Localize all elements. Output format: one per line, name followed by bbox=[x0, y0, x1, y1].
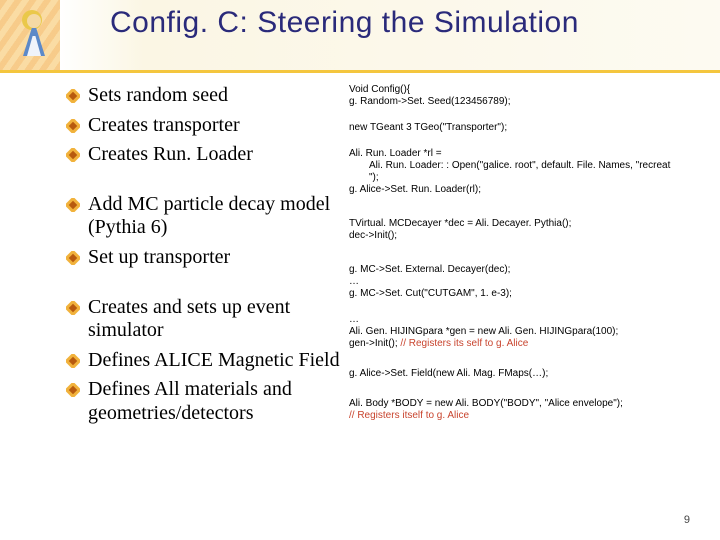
slide-title: Config. C: Steering the Simulation bbox=[110, 6, 579, 40]
code-block: new TGeant 3 TGeo("Transporter"); bbox=[349, 122, 716, 134]
bullet-icon bbox=[66, 148, 80, 162]
list-label: Creates Run. Loader bbox=[88, 143, 253, 165]
bullet-icon bbox=[66, 198, 80, 212]
slide: Config. C: Steering the Simulation Sets … bbox=[0, 0, 720, 540]
left-column: Sets random seed Creates transporter Cre… bbox=[0, 84, 345, 540]
code-line: g. Alice->Set. Field(new Ali. Mag. FMaps… bbox=[349, 368, 548, 379]
code-block: Void Config(){ g. Random->Set. Seed(1234… bbox=[349, 84, 716, 108]
code-line: Ali. Run. Loader *rl = bbox=[349, 148, 442, 159]
code-block: Ali. Run. Loader *rl = Ali. Run. Loader:… bbox=[349, 148, 716, 196]
right-column-code: Void Config(){ g. Random->Set. Seed(1234… bbox=[345, 84, 720, 540]
list-item: Defines ALICE Magnetic Field bbox=[68, 349, 345, 373]
code-comment: // Registers itself to g. Alice bbox=[349, 410, 469, 421]
bullet-icon bbox=[66, 383, 80, 397]
code-block: TVirtual. MCDecayer *dec = Ali. Decayer.… bbox=[349, 218, 716, 242]
list-item: Add MC particle decay model (Pythia 6) bbox=[68, 193, 345, 240]
list-label: Defines ALICE Magnetic Field bbox=[88, 349, 340, 371]
code-line: Ali. Body *BODY = new Ali. BODY("BODY", … bbox=[349, 398, 623, 409]
bullet-icon bbox=[66, 354, 80, 368]
code-line: … bbox=[349, 314, 359, 325]
list-label: Set up transporter bbox=[88, 246, 230, 268]
code-block: … Ali. Gen. HIJINGpara *gen = new Ali. G… bbox=[349, 314, 716, 350]
bullet-icon bbox=[66, 89, 80, 103]
list-label: Sets random seed bbox=[88, 84, 228, 106]
code-line: g. Random->Set. Seed(123456789); bbox=[349, 96, 511, 107]
list-item: Sets random seed bbox=[68, 84, 345, 108]
code-line: … bbox=[349, 276, 359, 287]
code-line: Void Config(){ bbox=[349, 84, 410, 95]
code-line: new TGeant 3 TGeo("Transporter"); bbox=[349, 122, 507, 133]
code-line: "); bbox=[349, 172, 716, 184]
code-comment: // Registers its self to g. Alice bbox=[400, 338, 528, 349]
list-item: Creates and sets up event simulator bbox=[68, 296, 345, 343]
code-block: g. Alice->Set. Field(new Ali. Mag. FMaps… bbox=[349, 368, 716, 380]
list-label: Add MC particle decay model (Pythia 6) bbox=[88, 193, 330, 239]
code-line: dec->Init(); bbox=[349, 230, 397, 241]
content-columns: Sets random seed Creates transporter Cre… bbox=[0, 84, 720, 540]
code-block: Ali. Body *BODY = new Ali. BODY("BODY", … bbox=[349, 398, 716, 422]
code-line: g. MC->Set. Cut("CUTGAM", 1. e-3); bbox=[349, 288, 512, 299]
code-line: gen->Init(); // Registers its self to g.… bbox=[349, 338, 528, 349]
code-block: g. MC->Set. External. Decayer(dec); … g.… bbox=[349, 264, 716, 300]
bullet-list: Sets random seed Creates transporter Cre… bbox=[68, 84, 345, 426]
list-label: Creates and sets up event simulator bbox=[88, 296, 290, 342]
list-item: Defines All materials and geometries/det… bbox=[68, 378, 345, 425]
code-line: TVirtual. MCDecayer *dec = Ali. Decayer.… bbox=[349, 218, 571, 229]
code-line: Ali. Gen. HIJINGpara *gen = new Ali. Gen… bbox=[349, 326, 618, 337]
bullet-icon bbox=[66, 119, 80, 133]
list-item: Set up transporter bbox=[68, 246, 345, 270]
alice-character-icon bbox=[17, 8, 52, 66]
bullet-icon bbox=[66, 251, 80, 265]
code-line: Ali. Run. Loader: : Open("galice. root",… bbox=[349, 160, 716, 172]
bullet-icon bbox=[66, 301, 80, 315]
code-line: g. Alice->Set. Run. Loader(rl); bbox=[349, 184, 481, 195]
list-item: Creates Run. Loader bbox=[68, 143, 345, 167]
list-label: Defines All materials and geometries/det… bbox=[88, 378, 292, 424]
page-number: 9 bbox=[684, 514, 690, 526]
list-item: Creates transporter bbox=[68, 114, 345, 138]
code-line: g. MC->Set. External. Decayer(dec); bbox=[349, 264, 510, 275]
list-label: Creates transporter bbox=[88, 114, 240, 136]
